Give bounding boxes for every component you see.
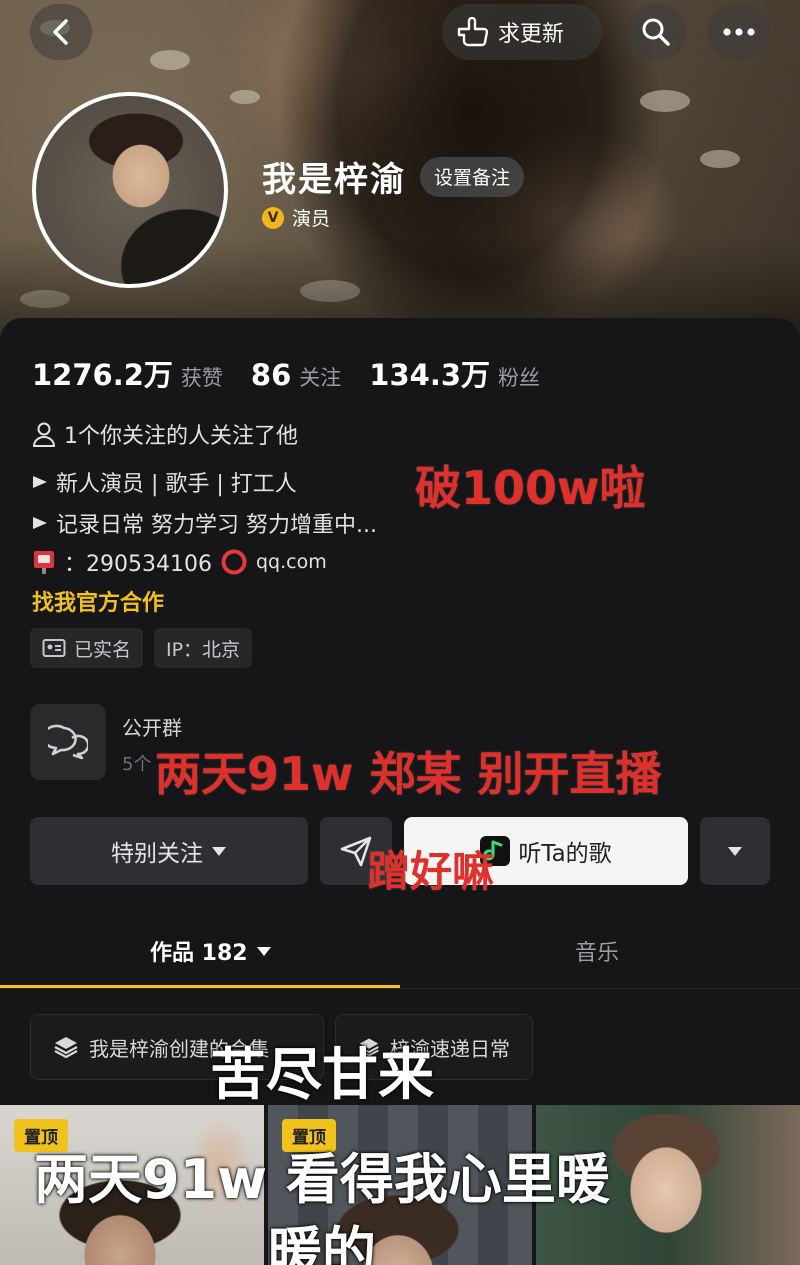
more-dots-icon — [723, 28, 755, 36]
ip-location-chip: IP：北京 — [154, 628, 253, 668]
overlay-caption: 两天91w 郑某 别开直播 — [155, 747, 662, 801]
bio-text-2: 记录日常 努力学习 努力增重中... — [56, 513, 377, 538]
bio-text-1: 新人演员 | 歌手 | 打工人 — [56, 472, 297, 497]
id-card-icon — [42, 639, 66, 657]
stat-following[interactable]: 86 关注 — [251, 358, 341, 392]
bio-line-1: 新人演员 | 歌手 | 打工人 — [32, 466, 297, 498]
more-options-button[interactable] — [708, 4, 770, 60]
caret-down-icon — [212, 847, 226, 856]
back-button[interactable] — [30, 4, 92, 60]
search-button[interactable] — [625, 4, 687, 60]
email-text: ：290534106 — [64, 552, 212, 577]
request-update-label: 求更新 — [498, 22, 565, 47]
tab-works[interactable]: 作品 182 — [150, 935, 272, 967]
stat-likes[interactable]: 1276.2万 获赞 — [32, 352, 223, 394]
overlay-caption: 蹭好嘛 — [368, 847, 495, 896]
mutual-follow-text: 1个你关注的人关注了他 — [64, 424, 298, 449]
person-icon — [32, 422, 56, 447]
profile-role-row: V 演员 — [262, 204, 330, 231]
hand-pointer-icon — [457, 17, 489, 47]
stat-label: 粉丝 — [498, 366, 541, 390]
special-follow-button[interactable]: 特别关注 — [30, 817, 308, 885]
profile-role: 演员 — [292, 208, 331, 230]
tab-divider — [0, 988, 800, 989]
red-ring-icon — [221, 549, 247, 575]
bio-email-line: ：290534106 qq.com — [32, 546, 327, 578]
triangle-bullet-icon — [33, 476, 47, 488]
public-group-subtitle: 5个 — [122, 754, 152, 775]
caret-down-icon — [256, 947, 271, 956]
public-group-icon-box[interactable] — [30, 704, 106, 780]
mailbox-icon — [34, 551, 54, 574]
stat-label: 获赞 — [180, 366, 223, 390]
avatar[interactable] — [32, 92, 228, 288]
back-arrow-icon — [53, 19, 68, 45]
search-icon — [642, 18, 670, 46]
layers-icon — [54, 1037, 78, 1059]
request-update-button[interactable]: 求更新 — [442, 4, 602, 60]
chat-bubbles-icon — [48, 724, 88, 760]
bio-line-2: 记录日常 努力学习 努力增重中... — [32, 507, 377, 539]
mutual-follow-line[interactable]: 1个你关注的人关注了他 — [32, 418, 298, 450]
profile-name: 我是梓渝 — [262, 160, 406, 200]
overlay-caption: 暖的 — [268, 1221, 376, 1265]
set-remark-button[interactable]: 设置备注 — [420, 156, 525, 197]
caret-down-icon — [728, 847, 742, 856]
overlay-caption: 两天91w 看得我心里暖 — [34, 1148, 610, 1211]
stat-label: 关注 — [299, 366, 342, 390]
stat-value: 86 — [250, 358, 292, 392]
realname-chip[interactable]: 已实名 — [30, 628, 144, 668]
special-follow-label: 特别关注 — [111, 841, 203, 867]
overlay-caption: 苦尽甘来 — [210, 1043, 434, 1108]
profile-name-row: 我是梓渝 设置备注 — [262, 152, 525, 201]
stats-row: 1276.2万 获赞 86 关注 134.3万 粉丝 — [32, 352, 540, 394]
stat-followers[interactable]: 134.3万 粉丝 — [369, 352, 540, 394]
stat-value: 1276.2万 — [32, 358, 173, 392]
triangle-bullet-icon — [33, 517, 47, 529]
tab-music[interactable]: 音乐 — [575, 935, 619, 967]
stat-value: 134.3万 — [369, 358, 491, 392]
email-domain-text: qq.com — [255, 551, 327, 573]
overlay-caption: 破100w啦 — [415, 461, 646, 515]
listen-songs-label: 听Ta的歌 — [518, 841, 612, 867]
ip-label: IP：北京 — [166, 638, 241, 661]
realname-label: 已实名 — [74, 638, 132, 661]
tab-works-label: 作品 182 — [150, 941, 248, 966]
more-actions-dropdown-button[interactable] — [700, 817, 770, 885]
public-group-title[interactable]: 公开群 — [122, 712, 182, 741]
verified-badge-icon: V — [262, 206, 284, 229]
official-cooperation-link[interactable]: 找我官方合作 — [32, 585, 164, 617]
